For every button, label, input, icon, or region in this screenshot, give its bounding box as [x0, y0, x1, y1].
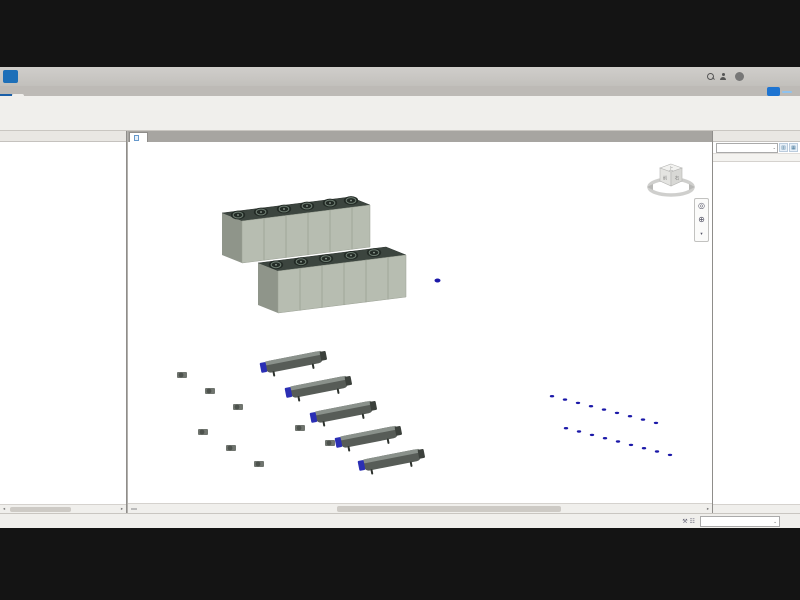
zoom-icon[interactable]: ⊕: [698, 215, 705, 225]
chiller-unit[interactable]: [259, 350, 328, 378]
canvas-bottom-bar: ▸: [128, 503, 712, 513]
steering-wheel-icon[interactable]: ◎: [698, 201, 705, 211]
system-browser-panel: ⌄ ▥ ▦: [712, 131, 800, 513]
plugin-cloud-icon: [767, 87, 780, 96]
chiller-row[interactable]: [259, 350, 540, 476]
title-bar: [0, 67, 800, 86]
scroll-right-icon[interactable]: ▸: [118, 506, 126, 512]
3d-model-canvas[interactable]: 上 前 右 ◎ ⊕ ▾: [128, 142, 712, 503]
canvas-hscrollbar[interactable]: [140, 505, 702, 513]
search-icon[interactable]: [707, 73, 715, 81]
columns-icon[interactable]: ▥: [779, 143, 788, 152]
status-bar: ⚒ ☷ ⌄: [0, 513, 800, 528]
navbar-expand-icon[interactable]: ▾: [700, 229, 702, 239]
plugin-button[interactable]: [767, 87, 792, 96]
chiller-unit[interactable]: [284, 375, 353, 403]
chiller-unit[interactable]: [309, 400, 378, 428]
system-browser-title-bar[interactable]: [713, 131, 800, 142]
workset-icon[interactable]: ⚒: [682, 518, 687, 525]
view-cube[interactable]: 上 前 右: [644, 154, 698, 206]
navigation-bar[interactable]: ◎ ⊕ ▾: [694, 198, 709, 242]
design-options-icon[interactable]: ☷: [690, 518, 695, 525]
help-icon[interactable]: [735, 72, 744, 81]
view-control-bar: [128, 508, 138, 510]
restore-button[interactable]: [769, 70, 782, 83]
minimize-button[interactable]: [754, 70, 767, 83]
yellow-pipe-run[interactable]: [152, 270, 246, 407]
ribbon: [0, 96, 800, 131]
system-browser-hscrollbar[interactable]: [713, 504, 800, 513]
view-tab-strip: [128, 131, 712, 142]
system-browser-toolbar: ⌄ ▥ ▦: [713, 142, 800, 154]
chiller-unit[interactable]: [357, 448, 426, 476]
view-scale[interactable]: [131, 508, 137, 510]
scroll-right-icon[interactable]: ▸: [704, 506, 712, 512]
chevron-down-icon: ⌄: [773, 144, 776, 152]
close-button[interactable]: [784, 70, 797, 83]
3d-piping-model[interactable]: [128, 142, 712, 503]
chiller-unit[interactable]: [334, 425, 403, 453]
view-doc-icon: [134, 135, 139, 141]
view-area: 上 前 右 ◎ ⊕ ▾: [128, 131, 712, 513]
revit-logo-button[interactable]: [3, 70, 18, 83]
window-controls: [754, 70, 797, 83]
ribbon-tab-bar: [0, 86, 800, 96]
project-browser-panel: ◂ ▸: [0, 131, 127, 513]
project-browser-title-bar[interactable]: [0, 131, 126, 142]
system-browser-tree: [713, 162, 800, 504]
settings-icon[interactable]: ▦: [789, 143, 798, 152]
user-icon[interactable]: [719, 73, 727, 81]
desktop: ◂ ▸: [0, 0, 800, 600]
view-filter-select[interactable]: ⌄: [716, 143, 778, 153]
view-tab-3d[interactable]: [129, 132, 148, 142]
revit-window: ◂ ▸: [0, 67, 800, 528]
system-browser-columns: [713, 154, 800, 162]
work-area: ◂ ▸: [0, 131, 800, 513]
plugin-label: [782, 91, 792, 93]
viewcube-front-label: 前: [663, 175, 668, 182]
chevron-down-icon: ⌄: [773, 517, 777, 526]
active-workset-select[interactable]: ⌄: [700, 516, 780, 527]
blue-pipe-main[interactable]: [424, 279, 678, 467]
viewcube-top-label: 上: [669, 165, 674, 171]
title-bar-right: [707, 70, 797, 83]
viewcube-right-label: 右: [675, 175, 680, 182]
project-browser-hscrollbar[interactable]: ◂ ▸: [0, 504, 126, 513]
scroll-left-icon[interactable]: ◂: [0, 506, 8, 512]
project-browser-tree: [0, 142, 126, 504]
